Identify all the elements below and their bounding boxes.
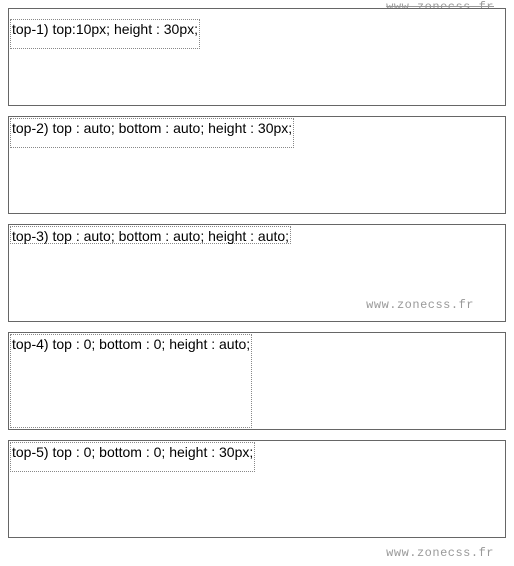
example-label: top-4) top : 0; bottom : 0; height : aut… bbox=[12, 336, 250, 352]
watermark-bot: www.zonecss.fr bbox=[386, 546, 494, 560]
example-box-2: top-2) top : auto; bottom : auto; height… bbox=[10, 118, 294, 148]
example-label: top-2) top : auto; bottom : auto; height… bbox=[12, 120, 292, 136]
example-container-3: top-3) top : auto; bottom : auto; height… bbox=[8, 224, 506, 322]
example-container-4: top-4) top : 0; bottom : 0; height : aut… bbox=[8, 332, 506, 430]
example-label: top-5) top : 0; bottom : 0; height : 30p… bbox=[12, 444, 253, 460]
example-box-3: top-3) top : auto; bottom : auto; height… bbox=[10, 226, 291, 244]
example-box-1: top-1) top:10px; height : 30px; bbox=[10, 19, 200, 49]
example-label: top-1) top:10px; height : 30px; bbox=[12, 21, 198, 37]
example-box-5: top-5) top : 0; bottom : 0; height : 30p… bbox=[10, 442, 255, 472]
example-container-1: top-1) top:10px; height : 30px; bbox=[8, 8, 506, 106]
example-box-4: top-4) top : 0; bottom : 0; height : aut… bbox=[10, 334, 252, 428]
example-container-2: top-2) top : auto; bottom : auto; height… bbox=[8, 116, 506, 214]
example-label: top-3) top : auto; bottom : auto; height… bbox=[12, 228, 289, 244]
example-container-5: top-5) top : 0; bottom : 0; height : 30p… bbox=[8, 440, 506, 538]
